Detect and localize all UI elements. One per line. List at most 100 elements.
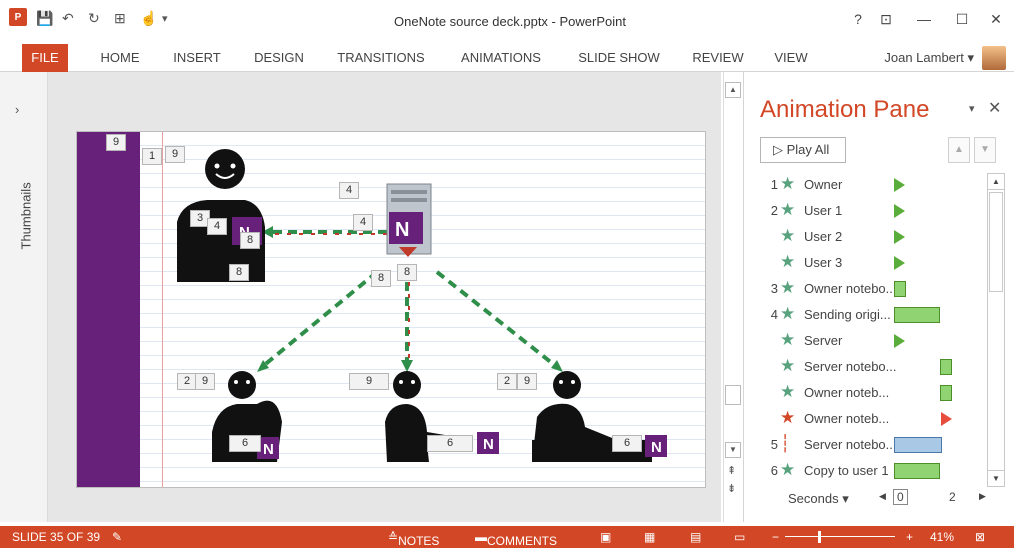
powerpoint-icon[interactable]: P xyxy=(9,8,27,26)
anim-badge[interactable]: 4 xyxy=(207,218,227,235)
tab-animations[interactable]: ANIMATIONS xyxy=(450,44,552,72)
next-slide-icon[interactable]: ⇟ xyxy=(727,482,736,495)
svg-text:N: N xyxy=(483,436,494,453)
play-icon: ▷ xyxy=(773,142,787,157)
svg-text:N: N xyxy=(651,439,662,456)
zoom-in-icon[interactable]: + xyxy=(906,530,913,544)
start-slideshow-icon[interactable]: ⊞ xyxy=(114,10,140,27)
timing-bar xyxy=(894,281,906,297)
animation-list-item[interactable]: ★ User 2 xyxy=(756,224,988,250)
svg-text:N: N xyxy=(395,219,409,241)
animation-list-item[interactable]: 4 ★ Sending origi... xyxy=(756,302,988,328)
slide[interactable]: N N N N 9 1 9 4 3 4 4 8 8 8 8 2 9 9 2 9 … xyxy=(76,131,706,488)
timeline-ruler[interactable]: ◀ 0 2 ▶ xyxy=(879,489,1004,509)
animation-list-item[interactable]: ★ Owner noteb... xyxy=(756,380,988,406)
reading-view-icon[interactable]: ▤ xyxy=(690,530,701,544)
tab-review[interactable]: REVIEW xyxy=(686,44,750,72)
zoom-slider-thumb[interactable] xyxy=(818,531,821,543)
close-pane-icon[interactable]: ✕ xyxy=(988,98,1001,118)
anim-badge[interactable]: 9 xyxy=(517,373,537,390)
anim-badge[interactable]: 1 xyxy=(142,148,162,165)
expand-thumbnails-icon[interactable]: › xyxy=(15,102,19,117)
animation-list-item[interactable]: 5 ┆ Server notebo... xyxy=(756,432,988,458)
anim-badge[interactable]: 2 xyxy=(497,373,517,390)
item-label: Sending origi... xyxy=(804,307,891,322)
list-scroll-up-icon[interactable]: ▲ xyxy=(988,174,1004,190)
anim-badge[interactable]: 8 xyxy=(229,264,249,281)
anim-badge[interactable]: 4 xyxy=(339,182,359,199)
scroll-up-icon[interactable]: ▲ xyxy=(725,82,741,98)
help-icon[interactable]: ? xyxy=(846,8,870,30)
animation-list-item[interactable]: ★ Server notebo... xyxy=(756,354,988,380)
maximize-button[interactable]: ☐ xyxy=(950,8,974,30)
effect-star-icon: ★ xyxy=(780,304,796,323)
zoom-out-icon[interactable]: − xyxy=(772,530,779,544)
animation-list-item[interactable]: ★ User 3 xyxy=(756,250,988,276)
slide-sorter-icon[interactable]: ▦ xyxy=(644,530,655,544)
timing-bar xyxy=(940,359,952,375)
item-label: Owner notebo... xyxy=(804,281,897,296)
anim-badge[interactable]: 8 xyxy=(240,232,260,249)
avatar[interactable] xyxy=(982,46,1006,70)
anim-badge[interactable]: 9 xyxy=(195,373,215,390)
notes-button[interactable]: ≙ NOTES xyxy=(388,530,439,548)
spell-check-icon[interactable]: ✎ xyxy=(112,530,122,544)
list-scroll-down-icon[interactable]: ▼ xyxy=(988,470,1004,486)
animation-list-item[interactable]: 1 ★ Owner xyxy=(756,172,988,198)
minimize-button[interactable]: — xyxy=(912,8,936,30)
anim-badge[interactable]: 8 xyxy=(397,264,417,281)
tab-slide-show[interactable]: SLIDE SHOW xyxy=(572,44,666,72)
item-label: Owner noteb... xyxy=(804,411,890,426)
tab-transitions[interactable]: TRANSITIONS xyxy=(330,44,432,72)
undo-icon[interactable]: ↶ xyxy=(62,10,88,27)
move-up-button[interactable]: ▲ xyxy=(948,137,970,163)
play-all-button[interactable]: ▷ Play All xyxy=(760,137,846,163)
scroll-thumb[interactable] xyxy=(725,385,741,405)
list-scrollbar[interactable]: ▲ ▼ xyxy=(987,173,1005,487)
animation-list-item[interactable]: 6 ★ Copy to user 1 xyxy=(756,458,988,484)
ribbon-display-icon[interactable]: ⊡ xyxy=(874,8,898,30)
touch-mode-icon[interactable]: ☝ xyxy=(140,10,162,27)
animation-list-item[interactable]: ★ Owner noteb... xyxy=(756,406,988,432)
anim-badge[interactable]: 9 xyxy=(106,134,126,151)
normal-view-icon[interactable]: ▣ xyxy=(600,530,611,544)
tab-file[interactable]: FILE xyxy=(22,44,68,72)
save-icon[interactable]: 💾 xyxy=(36,10,62,27)
anim-badge[interactable]: 6 xyxy=(612,435,642,452)
scroll-down-icon[interactable]: ▼ xyxy=(725,442,741,458)
anim-badge[interactable]: 9 xyxy=(349,373,389,390)
redo-icon[interactable]: ↻ xyxy=(88,10,114,27)
animation-list-item[interactable]: 3 ★ Owner notebo... xyxy=(756,276,988,302)
tab-home[interactable]: HOME xyxy=(90,44,150,72)
zoom-level[interactable]: 41% xyxy=(930,530,954,544)
comments-button[interactable]: ▬ COMMENTS xyxy=(475,530,557,548)
slideshow-view-icon[interactable]: ▭ xyxy=(734,530,745,544)
tab-design[interactable]: DESIGN xyxy=(248,44,310,72)
fit-to-window-icon[interactable]: ⊠ xyxy=(975,530,985,544)
anim-badge[interactable]: 4 xyxy=(353,214,373,231)
slide-vertical-scrollbar[interactable]: ▲ ▼ ⇞ ⇟ xyxy=(723,72,741,522)
slide-counter[interactable]: SLIDE 35 OF 39 xyxy=(12,530,100,544)
zoom-slider-track[interactable] xyxy=(785,536,895,537)
anim-badge[interactable]: 9 xyxy=(165,146,185,163)
svg-text:N: N xyxy=(263,441,274,458)
tab-view[interactable]: VIEW xyxy=(766,44,816,72)
list-scroll-thumb[interactable] xyxy=(989,192,1003,292)
anim-badge[interactable]: 6 xyxy=(229,435,261,452)
anim-badge[interactable]: 6 xyxy=(427,435,473,452)
thumbnails-label[interactable]: Thumbnails xyxy=(19,182,34,249)
user-name[interactable]: Joan Lambert ▾ xyxy=(884,50,974,66)
close-button[interactable]: ✕ xyxy=(984,8,1008,30)
pane-options-icon[interactable]: ▾ xyxy=(969,102,975,115)
seconds-dropdown[interactable]: Seconds ▾ xyxy=(788,491,849,507)
previous-slide-icon[interactable]: ⇞ xyxy=(727,464,736,477)
tab-insert[interactable]: INSERT xyxy=(166,44,228,72)
animation-list-item[interactable]: ★ Server xyxy=(756,328,988,354)
move-down-button[interactable]: ▼ xyxy=(974,137,996,163)
anim-badge[interactable]: 8 xyxy=(371,270,391,287)
customize-qat-icon[interactable]: ▾ xyxy=(162,12,178,25)
motion-path-icon: ┆ xyxy=(780,434,791,453)
anim-badge[interactable]: 2 xyxy=(177,373,197,390)
effect-star-icon: ★ xyxy=(780,460,796,479)
animation-list-item[interactable]: 2 ★ User 1 xyxy=(756,198,988,224)
